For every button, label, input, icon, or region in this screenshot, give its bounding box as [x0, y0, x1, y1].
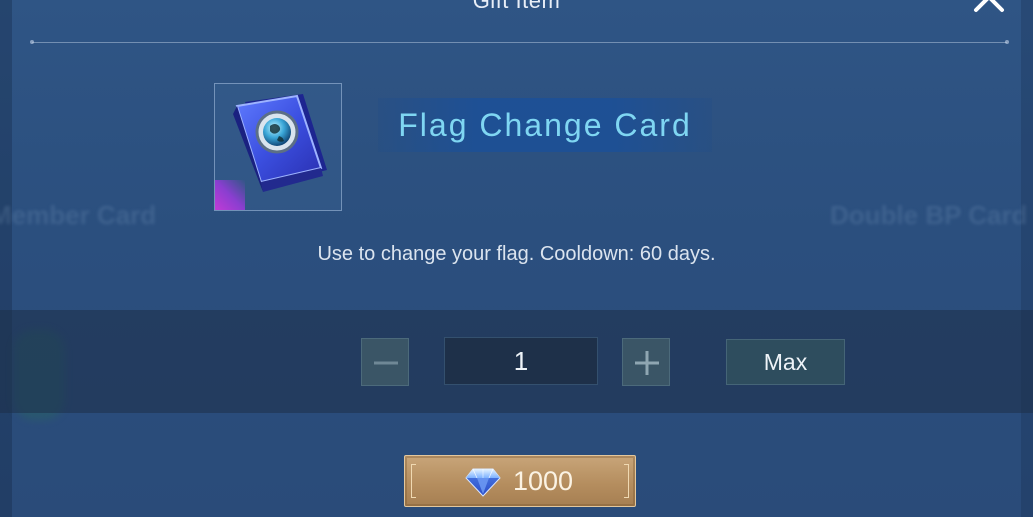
diamond-icon: [465, 468, 501, 497]
item-description: Use to change your flag. Cooldown: 60 da…: [317, 243, 716, 265]
minus-icon: [374, 361, 398, 365]
close-icon: [974, 0, 1004, 12]
item-name: Flag Change Card: [398, 107, 692, 143]
gift-item-dialog: Member Card Double BP Card Gift Item Fla…: [0, 0, 1033, 517]
max-quantity-button[interactable]: Max: [726, 339, 845, 385]
plus-icon: [635, 351, 659, 375]
title-divider: [30, 40, 1009, 44]
background-item-label-right: Double BP Card: [830, 200, 1028, 230]
flag-change-card-icon: [233, 94, 327, 192]
dialog-title: Gift Item: [472, 0, 561, 13]
purchase-button[interactable]: 1000: [404, 455, 636, 507]
background-item-label-left: Member Card: [0, 200, 157, 230]
decrease-quantity-button[interactable]: [361, 338, 409, 386]
price-label: 1000: [513, 466, 574, 496]
quantity-input[interactable]: 1: [444, 337, 598, 385]
close-button[interactable]: [966, 0, 1012, 22]
item-icon-frame: [214, 83, 342, 211]
increase-quantity-button[interactable]: [622, 338, 670, 386]
